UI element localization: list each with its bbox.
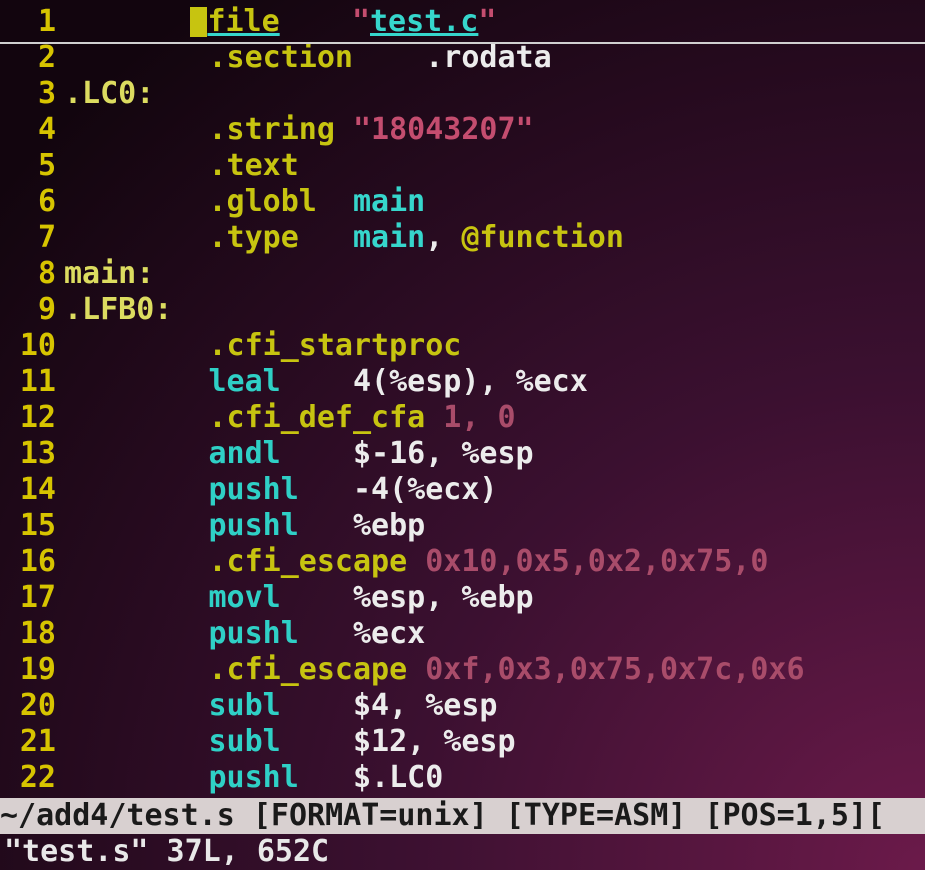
line-number: 19 bbox=[0, 652, 64, 688]
code-content: .string "18043207" bbox=[64, 112, 925, 148]
line-number: 2 bbox=[0, 40, 64, 76]
code-content: andl $-16, %esp bbox=[64, 436, 925, 472]
code-content: .LFB0: bbox=[64, 292, 925, 328]
code-line-1[interactable]: 1 file "test.c" bbox=[0, 4, 925, 40]
line-number: 1 bbox=[0, 4, 64, 40]
code-line-9[interactable]: 9.LFB0: bbox=[0, 292, 925, 328]
command-line: "test.s" 37L, 652C bbox=[0, 834, 925, 870]
text-cursor bbox=[190, 7, 207, 37]
code-line-16[interactable]: 16 .cfi_escape 0x10,0x5,0x2,0x75,0 bbox=[0, 544, 925, 580]
line-number: 5 bbox=[0, 148, 64, 184]
code-line-10[interactable]: 10 .cfi_startproc bbox=[0, 328, 925, 364]
code-line-3[interactable]: 3.LC0: bbox=[0, 76, 925, 112]
line-number: 6 bbox=[0, 184, 64, 220]
line-number: 10 bbox=[0, 328, 64, 364]
status-bar: ~/add4/test.s [FORMAT=unix] [TYPE=ASM] [… bbox=[0, 798, 925, 834]
line-number: 16 bbox=[0, 544, 64, 580]
code-content: .cfi_startproc bbox=[64, 328, 925, 364]
code-line-18[interactable]: 18 pushl %ecx bbox=[0, 616, 925, 652]
code-line-5[interactable]: 5 .text bbox=[0, 148, 925, 184]
line-number: 21 bbox=[0, 724, 64, 760]
code-content: movl %esp, %ebp bbox=[64, 580, 925, 616]
code-line-4[interactable]: 4 .string "18043207" bbox=[0, 112, 925, 148]
code-line-8[interactable]: 8main: bbox=[0, 256, 925, 292]
code-content: .section .rodata bbox=[64, 40, 925, 76]
code-content: main: bbox=[64, 256, 925, 292]
code-line-14[interactable]: 14 pushl -4(%ecx) bbox=[0, 472, 925, 508]
line-number: 20 bbox=[0, 688, 64, 724]
code-content: .cfi_escape 0xf,0x3,0x75,0x7c,0x6 bbox=[64, 652, 925, 688]
code-content: .type main, @function bbox=[64, 220, 925, 256]
code-line-11[interactable]: 11 leal 4(%esp), %ecx bbox=[0, 364, 925, 400]
code-content: .globl main bbox=[64, 184, 925, 220]
line-number: 8 bbox=[0, 256, 64, 292]
code-line-19[interactable]: 19 .cfi_escape 0xf,0x3,0x75,0x7c,0x6 bbox=[0, 652, 925, 688]
line-number: 3 bbox=[0, 76, 64, 112]
code-content: pushl %ebp bbox=[64, 508, 925, 544]
code-content: .cfi_escape 0x10,0x5,0x2,0x75,0 bbox=[64, 544, 925, 580]
current-line-underline bbox=[0, 42, 925, 44]
code-editor[interactable]: 1 file "test.c" 2 .section .rodata3.LC0:… bbox=[0, 0, 925, 798]
line-number: 11 bbox=[0, 364, 64, 400]
code-content: .cfi_def_cfa 1, 0 bbox=[64, 400, 925, 436]
line-number: 17 bbox=[0, 580, 64, 616]
line-number: 12 bbox=[0, 400, 64, 436]
code-content: file "test.c" bbox=[64, 4, 925, 40]
code-content: leal 4(%esp), %ecx bbox=[64, 364, 925, 400]
line-number: 18 bbox=[0, 616, 64, 652]
directive-file: file bbox=[207, 4, 279, 39]
code-line-6[interactable]: 6 .globl main bbox=[0, 184, 925, 220]
code-line-12[interactable]: 12 .cfi_def_cfa 1, 0 bbox=[0, 400, 925, 436]
code-line-2[interactable]: 2 .section .rodata bbox=[0, 40, 925, 76]
code-line-22[interactable]: 22 pushl $.LC0 bbox=[0, 760, 925, 796]
code-line-17[interactable]: 17 movl %esp, %ebp bbox=[0, 580, 925, 616]
line-number: 22 bbox=[0, 760, 64, 796]
code-content: .LC0: bbox=[64, 76, 925, 112]
code-content: pushl %ecx bbox=[64, 616, 925, 652]
code-line-13[interactable]: 13 andl $-16, %esp bbox=[0, 436, 925, 472]
code-content: pushl -4(%ecx) bbox=[64, 472, 925, 508]
code-content: .text bbox=[64, 148, 925, 184]
code-content: subl $4, %esp bbox=[64, 688, 925, 724]
code-line-21[interactable]: 21 subl $12, %esp bbox=[0, 724, 925, 760]
line-number: 14 bbox=[0, 472, 64, 508]
line-number: 15 bbox=[0, 508, 64, 544]
code-content: pushl $.LC0 bbox=[64, 760, 925, 796]
terminal-window: 1 file "test.c" 2 .section .rodata3.LC0:… bbox=[0, 0, 925, 870]
line-number: 9 bbox=[0, 292, 64, 328]
line-number: 4 bbox=[0, 112, 64, 148]
code-line-15[interactable]: 15 pushl %ebp bbox=[0, 508, 925, 544]
line-number: 7 bbox=[0, 220, 64, 256]
line-number: 13 bbox=[0, 436, 64, 472]
code-content: subl $12, %esp bbox=[64, 724, 925, 760]
code-line-20[interactable]: 20 subl $4, %esp bbox=[0, 688, 925, 724]
code-line-7[interactable]: 7 .type main, @function bbox=[0, 220, 925, 256]
